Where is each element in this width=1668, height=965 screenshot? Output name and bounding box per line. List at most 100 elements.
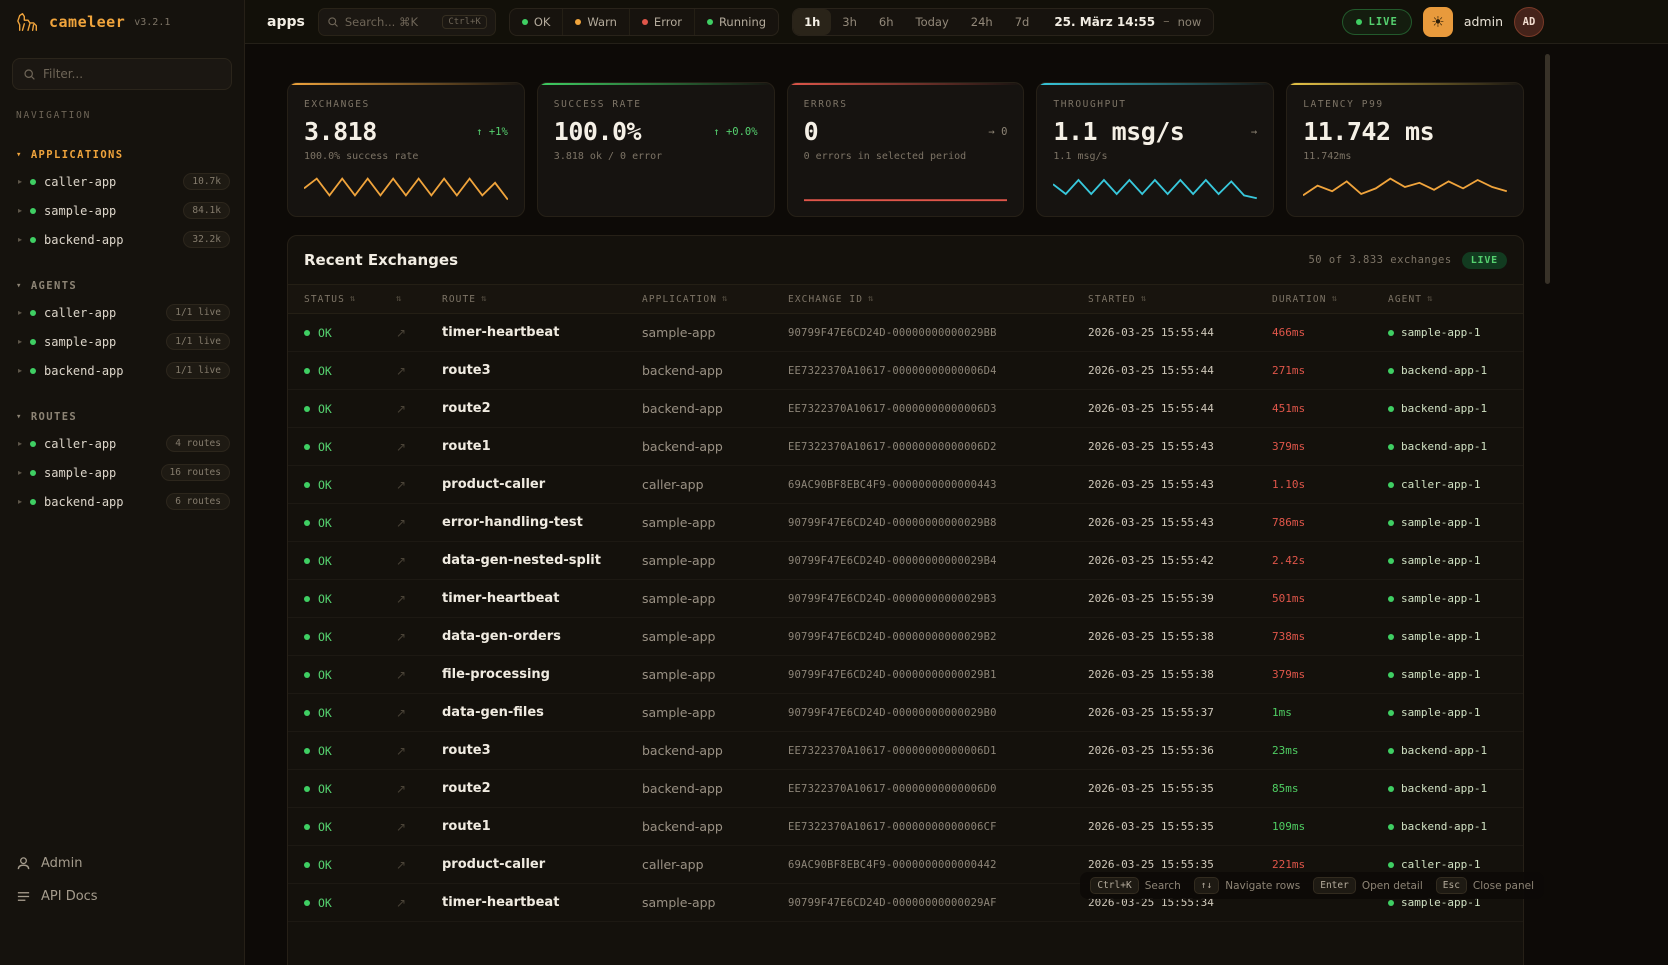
open-exchange-icon[interactable]: ↗ [396,820,442,834]
open-exchange-icon[interactable]: ↗ [396,782,442,796]
exchange-row[interactable]: OK↗route1backend-appEE7322370A10617-0000… [288,428,1523,466]
open-exchange-icon[interactable]: ↗ [396,706,442,720]
sidebar-item-routes-sample-app[interactable]: ▸sample-app16 routes [0,458,244,487]
started-timestamp: 2026-03-25 15:55:38 [1088,668,1272,681]
filter-input[interactable] [43,67,221,81]
chevron-right-icon: ▸ [18,235,22,244]
open-exchange-icon[interactable]: ↗ [396,364,442,378]
avatar[interactable]: AD [1514,7,1544,37]
agent-cell: caller-app-1 [1388,478,1507,491]
filter-chip-error[interactable]: Error [629,9,694,35]
range-button-6h[interactable]: 6h [868,9,905,35]
status-cell: OK [304,706,396,720]
range-button-today[interactable]: Today [905,9,960,35]
kbd-key: ↑↓ [1194,877,1219,894]
nav-section-routes[interactable]: ▾ROUTES [0,405,244,429]
column-header-status[interactable]: STATUS⇅ [304,294,396,305]
sidebar-item-api-docs[interactable]: API Docs [0,880,244,913]
open-exchange-icon[interactable]: ↗ [396,744,442,758]
range-button-1h[interactable]: 1h [793,9,831,35]
stat-delta: ↑ +1% [470,126,508,138]
column-header-duration[interactable]: DURATION⇅ [1272,294,1388,305]
exchange-row[interactable]: OK↗data-gen-filessample-app90799F47E6CD2… [288,694,1523,732]
exchange-row[interactable]: OK↗product-callercaller-app69AC90BF8EBC4… [288,466,1523,504]
open-exchange-icon[interactable]: ↗ [396,858,442,872]
search-input[interactable] [345,15,431,29]
filter-chip-warn[interactable]: Warn [562,9,629,35]
sort-icon[interactable]: ⇅ [396,294,403,304]
exchange-row[interactable]: OK↗timer-heartbeatsample-app90799F47E6CD… [288,580,1523,618]
exchange-row[interactable]: OK↗error-handling-testsample-app90799F47… [288,504,1523,542]
sidebar-item-routes-backend-app[interactable]: ▸backend-app6 routes [0,487,244,516]
column-header-started[interactable]: STARTED⇅ [1088,294,1272,305]
exchange-row[interactable]: OK↗route1backend-appEE7322370A10617-0000… [288,808,1523,846]
exchange-row[interactable]: OK↗route2backend-appEE7322370A10617-0000… [288,770,1523,808]
open-exchange-icon[interactable]: ↗ [396,896,442,910]
sidebar-filter[interactable] [12,58,232,90]
nav-section-agents[interactable]: ▾AGENTS [0,274,244,298]
application-name: sample-app [642,667,788,682]
sidebar-item-admin[interactable]: Admin [0,847,244,880]
sort-icon[interactable]: ⇅ [1332,294,1339,304]
range-button-3h[interactable]: 3h [831,9,868,35]
open-exchange-icon[interactable]: ↗ [396,554,442,568]
kbd-hint-label: Open detail [1362,880,1423,892]
open-exchange-icon[interactable]: ↗ [396,440,442,454]
scrollbar-thumb[interactable] [1545,54,1550,284]
sidebar-item-applications-sample-app[interactable]: ▸sample-app84.1k [0,196,244,225]
open-exchange-icon[interactable]: ↗ [396,668,442,682]
exchange-row[interactable]: OK↗timer-heartbeatsample-app90799F47E6CD… [288,314,1523,352]
sort-icon[interactable]: ⇅ [868,294,875,304]
filter-chip-running[interactable]: Running [694,9,778,35]
sidebar-item-agents-sample-app[interactable]: ▸sample-app1/1 live [0,327,244,356]
range-button-7d[interactable]: 7d [1004,9,1041,35]
sparkline [1303,170,1507,204]
nav-section-applications[interactable]: ▾APPLICATIONS [0,143,244,167]
exchange-row[interactable]: OK↗data-gen-nested-splitsample-app90799F… [288,542,1523,580]
now-label: now [1178,15,1202,29]
status-dot [304,558,310,564]
sidebar-item-agents-backend-app[interactable]: ▸backend-app1/1 live [0,356,244,385]
live-toggle[interactable]: LIVE [1342,9,1412,35]
sidebar: cameleer v3.2.1 NAVIGATION ▾APPLICATIONS… [0,0,245,965]
column-header-application[interactable]: APPLICATION⇅ [642,294,788,305]
exchange-row[interactable]: OK↗data-gen-orderssample-app90799F47E6CD… [288,618,1523,656]
exchange-row[interactable]: OK↗route3backend-appEE7322370A10617-0000… [288,352,1523,390]
exchange-id: 90799F47E6CD24D-00000000000029BB [788,327,1088,339]
sort-icon[interactable]: ⇅ [481,294,488,304]
open-exchange-icon[interactable]: ↗ [396,326,442,340]
agent-status-dot [1388,596,1394,602]
range-button-24h[interactable]: 24h [960,9,1004,35]
exchange-row[interactable]: OK↗route2backend-appEE7322370A10617-0000… [288,390,1523,428]
status-label: OK [318,516,332,530]
filter-chip-ok[interactable]: OK [510,9,563,35]
duration-value: 379ms [1272,440,1388,453]
sidebar-item-applications-caller-app[interactable]: ▸caller-app10.7k [0,167,244,196]
column-header-expand[interactable]: ⇅ [396,294,442,304]
exchange-id: 90799F47E6CD24D-00000000000029B2 [788,631,1088,643]
sort-icon[interactable]: ⇅ [1141,294,1148,304]
exchange-row[interactable]: OK↗route3backend-appEE7322370A10617-0000… [288,732,1523,770]
open-exchange-icon[interactable]: ↗ [396,592,442,606]
sidebar-item-routes-caller-app[interactable]: ▸caller-app4 routes [0,429,244,458]
application-name: backend-app [642,743,788,758]
open-exchange-icon[interactable]: ↗ [396,402,442,416]
table-header-row: STATUS⇅⇅ROUTE⇅APPLICATION⇅EXCHANGE ID⇅ST… [288,284,1523,314]
column-header-agent[interactable]: AGENT⇅ [1388,294,1507,305]
open-exchange-icon[interactable]: ↗ [396,630,442,644]
sort-icon[interactable]: ⇅ [1427,294,1434,304]
exchange-row[interactable]: OK↗file-processingsample-app90799F47E6CD… [288,656,1523,694]
sidebar-item-agents-caller-app[interactable]: ▸caller-app1/1 live [0,298,244,327]
column-header-route[interactable]: ROUTE⇅ [442,294,642,305]
agent-name: sample-app-1 [1401,630,1480,643]
column-header-exchange-id[interactable]: EXCHANGE ID⇅ [788,294,1088,305]
sort-icon[interactable]: ⇅ [350,294,357,304]
nav-section-title: AGENTS [31,280,77,292]
global-search[interactable]: Ctrl+K [318,8,496,36]
sort-icon[interactable]: ⇅ [722,294,729,304]
sidebar-item-applications-backend-app[interactable]: ▸backend-app32.2k [0,225,244,254]
open-exchange-icon[interactable]: ↗ [396,516,442,530]
theme-toggle-button[interactable]: ☀ [1423,7,1453,37]
status-cell: OK [304,630,396,644]
open-exchange-icon[interactable]: ↗ [396,478,442,492]
